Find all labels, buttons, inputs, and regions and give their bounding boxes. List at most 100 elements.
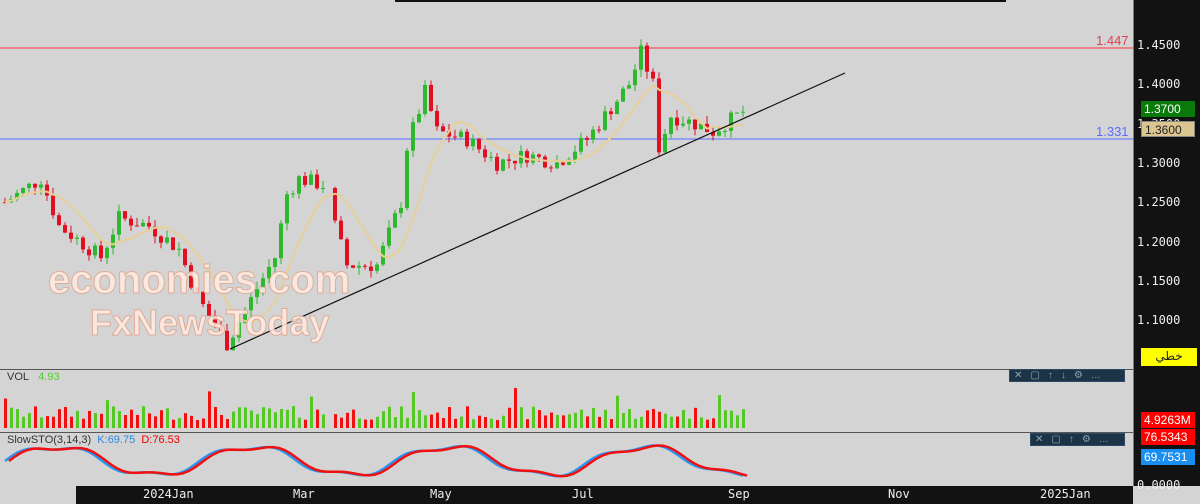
volume-bar [478,415,481,428]
candle-body [543,156,547,168]
candle-body [435,110,439,127]
volume-bar [718,395,721,428]
candle-body [687,119,691,124]
x-label-nov: Nov [888,487,910,501]
candle-body [369,266,373,271]
volume-bar [610,419,613,428]
candle-body [681,123,685,126]
candle-body [117,211,121,235]
volume-bar [52,416,55,428]
candle-body [57,215,61,226]
candle-body [297,176,301,194]
volume-bar [652,408,655,428]
candle-body [105,247,109,259]
volume-bar [742,409,745,428]
price-tick: 1.2500 [1137,195,1181,210]
volume-bar [352,409,355,428]
volume-bar [670,416,673,428]
candle-body [591,129,595,140]
volume-bar [394,417,397,428]
volume-bar [598,416,601,428]
candle-body [129,218,133,226]
candle-body [513,160,517,164]
candle-body [465,131,469,147]
volume-bar [712,418,715,428]
time-axis[interactable]: 2024Jan Mar May Jul Sep Nov 2025Jan [76,486,1133,504]
resistance-level-label: 1.447 [1096,33,1129,48]
candle-body [633,69,637,86]
candle-body [717,131,721,136]
price-tick: 1.4000 [1137,77,1181,92]
volume-bar [574,412,577,428]
volume-bar [556,415,559,428]
candle-body [93,245,97,256]
volume-bar [514,388,517,428]
volume-bar [544,415,547,428]
volume-bar [730,410,733,428]
volume-bar [178,417,181,428]
volume-bar [280,409,283,428]
candle-body [549,167,553,169]
volume-panel-toolbar[interactable]: ✕▢↑↓⚙… [1009,369,1125,382]
candle-body [507,159,511,161]
volume-bar [412,392,415,428]
volume-bar [124,414,127,428]
candle-body [45,184,49,196]
volume-bar [28,413,31,428]
stoch-panel-toolbar[interactable]: ✕▢↑⚙… [1030,433,1125,446]
volume-bar [286,409,289,428]
volume-bar [160,410,163,428]
volume-bar [562,415,565,428]
x-label-2024jan: 2024Jan [143,487,194,501]
volume-bar [436,412,439,428]
current-price-tag: 1.3700 [1141,101,1195,117]
volume-bar [448,407,451,428]
candle-body [525,151,529,163]
volume-bar [694,407,697,428]
candle-body [501,159,505,171]
volume-bar [640,416,643,428]
volume-bar [508,407,511,428]
volume-bar [616,395,619,428]
stoch-title: SlowSTO(3,14,3) [7,434,92,446]
candle-body [171,237,175,250]
candle-body [627,85,631,89]
volume-bar [496,419,499,428]
candle-body [39,184,43,188]
candle-body [483,149,487,158]
volume-bar [424,415,427,428]
volume-bar [34,406,37,428]
volume-bar [304,419,307,428]
volume-bar [502,415,505,428]
volume-bar [244,407,247,428]
volume-bar [106,400,109,428]
volume-bar [430,414,433,428]
stoch-k-tag: 69.7531 [1141,449,1195,465]
volume-bar [586,416,589,428]
volume-bar [688,418,691,428]
volume-bar [646,410,649,428]
chart-mode-button[interactable]: خطي [1141,348,1197,366]
volume-bar [142,406,145,428]
volume-bar [400,406,403,428]
volume-bar [628,408,631,428]
candle-body [351,265,355,268]
candle-body [537,154,541,157]
price-tick: 1.1500 [1137,273,1181,288]
candle-body [393,213,397,228]
volume-bar [550,412,553,428]
price-chart[interactable] [0,0,1200,504]
stoch-panel-divider [0,432,1133,433]
candle-body [429,84,433,111]
volume-bar [196,419,199,428]
volume-bar [634,418,637,428]
volume-label: VOL 4.93 [7,371,60,383]
volume-bar [166,408,169,428]
volume-bar [376,416,379,428]
volume-bar [406,417,409,428]
volume-bar [580,409,583,428]
stoch-d-tag: 76.5343 [1141,429,1195,445]
volume-bar [364,419,367,428]
volume-bar [82,418,85,428]
x-label-sep: Sep [728,487,750,501]
